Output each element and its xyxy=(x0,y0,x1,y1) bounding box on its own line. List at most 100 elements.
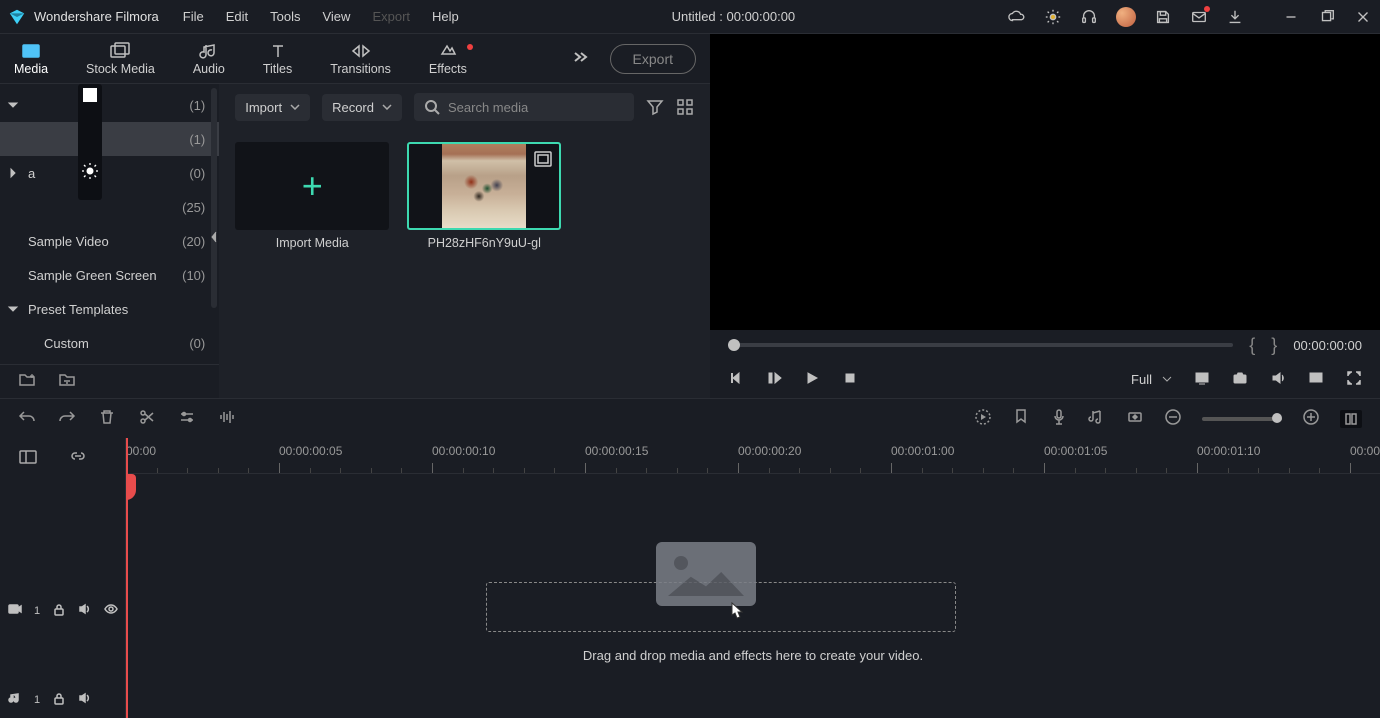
delete-icon[interactable] xyxy=(98,408,116,429)
crop-icon[interactable] xyxy=(178,408,196,429)
play-pause-icon[interactable] xyxy=(766,370,782,389)
keyframe-icon[interactable] xyxy=(1126,408,1144,429)
volume-icon[interactable] xyxy=(1270,370,1286,389)
drag-cursor-icon xyxy=(726,600,748,625)
track-mute-icon[interactable] xyxy=(78,602,92,619)
tab-stock-media[interactable]: Stock Media xyxy=(86,42,155,76)
sidebar-item-1[interactable]: (1) xyxy=(0,122,219,156)
sun-adjust-icon[interactable] xyxy=(81,162,99,183)
sidebar-item-4[interactable]: Sample Video(20) xyxy=(0,224,219,258)
scrubber-handle[interactable] xyxy=(728,339,740,351)
caret-right-icon[interactable] xyxy=(6,166,20,180)
tab-titles[interactable]: Titles xyxy=(263,42,292,76)
search-media-input[interactable] xyxy=(448,100,624,115)
drag-preview-icon xyxy=(656,542,756,606)
timeline-ruler[interactable]: 00:0000:00:00:0500:00:00:1000:00:00:1500… xyxy=(126,438,1380,474)
window-maximize[interactable] xyxy=(1318,8,1336,26)
zoom-slider[interactable] xyxy=(1202,417,1282,421)
zoom-fit-icon[interactable] xyxy=(1340,410,1362,428)
preview-scrubber[interactable] xyxy=(728,343,1233,347)
folder-add-icon[interactable] xyxy=(18,372,36,391)
menu-file[interactable]: File xyxy=(183,9,204,24)
grid-view-icon[interactable] xyxy=(676,98,694,116)
media-clip-1[interactable]: PH28zHF6nY9uU-gl xyxy=(407,142,561,250)
menu-help[interactable]: Help xyxy=(432,9,459,24)
fullscreen-icon[interactable] xyxy=(1346,370,1362,389)
folder-sort-icon[interactable] xyxy=(58,372,76,391)
record-dropdown[interactable]: Record xyxy=(322,94,402,121)
ruler-label: 00:00:00:10 xyxy=(432,444,495,458)
save-icon[interactable] xyxy=(1154,8,1172,26)
play-icon[interactable] xyxy=(804,370,820,389)
split-icon[interactable] xyxy=(138,408,156,429)
pip-icon[interactable] xyxy=(1308,370,1324,389)
cloud-icon[interactable] xyxy=(1008,8,1026,26)
audio-track-lock-icon[interactable] xyxy=(52,691,66,708)
tabs-more[interactable] xyxy=(568,50,590,67)
caret-down-icon[interactable] xyxy=(6,302,20,316)
prev-frame-icon[interactable] xyxy=(728,370,744,389)
snapshot-icon[interactable] xyxy=(1232,370,1248,389)
link-icon[interactable] xyxy=(68,448,88,469)
download-icon[interactable] xyxy=(1226,8,1244,26)
caret-down-icon[interactable] xyxy=(6,98,20,112)
sidebar-item-0[interactable]: (1) xyxy=(0,88,219,122)
sidebar-item-count: (10) xyxy=(182,268,205,283)
import-media-tile[interactable]: + Import Media xyxy=(235,142,389,250)
mark-out-icon[interactable]: } xyxy=(1271,335,1277,356)
audio-track-mute-icon[interactable] xyxy=(78,691,92,708)
tab-audio[interactable]: Audio xyxy=(193,42,225,76)
redo-icon[interactable] xyxy=(58,408,76,429)
zoom-out-icon[interactable] xyxy=(1164,408,1182,429)
user-avatar[interactable] xyxy=(1116,7,1136,27)
timeline-manage-icon[interactable] xyxy=(18,448,38,469)
filter-icon[interactable] xyxy=(646,98,664,116)
tab-effects[interactable]: Effects xyxy=(429,42,467,76)
tab-transitions[interactable]: Transitions xyxy=(330,42,391,76)
menu-tools[interactable]: Tools xyxy=(270,9,300,24)
zoom-in-icon[interactable] xyxy=(1302,408,1320,429)
mark-in-icon[interactable]: { xyxy=(1249,335,1255,356)
search-input-wrap[interactable] xyxy=(414,93,634,121)
window-close[interactable] xyxy=(1354,8,1372,26)
menu-export[interactable]: Export xyxy=(372,9,410,24)
undo-icon[interactable] xyxy=(18,408,36,429)
marker-icon[interactable] xyxy=(1012,408,1030,429)
window-minimize[interactable] xyxy=(1282,8,1300,26)
export-button[interactable]: Export xyxy=(610,44,696,74)
audio-mixer-icon[interactable] xyxy=(1088,408,1106,429)
color-overlay[interactable] xyxy=(78,84,102,200)
headset-icon[interactable] xyxy=(1080,8,1098,26)
render-icon[interactable] xyxy=(974,408,992,429)
ruler-label: 00:00:00:05 xyxy=(279,444,342,458)
sidebar-scrollbar[interactable] xyxy=(211,88,217,308)
sidebar-item-2[interactable]: a(0) xyxy=(0,156,219,190)
mail-icon[interactable] xyxy=(1190,8,1208,26)
sidebar-item-7[interactable]: Custom(0) xyxy=(0,326,219,360)
sidebar-item-label: Sample Video xyxy=(28,234,109,249)
audio-wave-icon[interactable] xyxy=(218,408,236,429)
sidebar-item-6[interactable]: Preset Templates xyxy=(0,292,219,326)
stop-icon[interactable] xyxy=(842,370,858,389)
import-media-label: Import Media xyxy=(276,236,349,250)
playhead[interactable] xyxy=(126,438,128,718)
track-visibility-icon[interactable] xyxy=(104,602,118,619)
clip1-label: PH28zHF6nY9uU-gl xyxy=(428,236,541,250)
tab-media[interactable]: Media xyxy=(14,42,48,76)
preview-quality-dropdown[interactable]: Full xyxy=(1131,372,1172,387)
swatch-white-icon[interactable] xyxy=(83,88,97,102)
menu-view[interactable]: View xyxy=(322,9,350,24)
sidebar-item-3[interactable]: (25) xyxy=(0,190,219,224)
preview-screen xyxy=(710,34,1380,330)
sidebar-item-5[interactable]: Sample Green Screen(10) xyxy=(0,258,219,292)
menu-edit[interactable]: Edit xyxy=(226,9,248,24)
sidebar-collapse-icon[interactable] xyxy=(209,228,219,246)
voiceover-icon[interactable] xyxy=(1050,408,1068,429)
zoom-slider-handle[interactable] xyxy=(1272,413,1282,423)
track-lock-icon[interactable] xyxy=(52,602,66,619)
playhead-handle[interactable] xyxy=(126,474,136,500)
import-dropdown[interactable]: Import xyxy=(235,94,310,121)
display-mode-icon[interactable] xyxy=(1194,370,1210,389)
sidebar-item-count: (1) xyxy=(189,98,205,113)
brightness-icon[interactable] xyxy=(1044,8,1062,26)
